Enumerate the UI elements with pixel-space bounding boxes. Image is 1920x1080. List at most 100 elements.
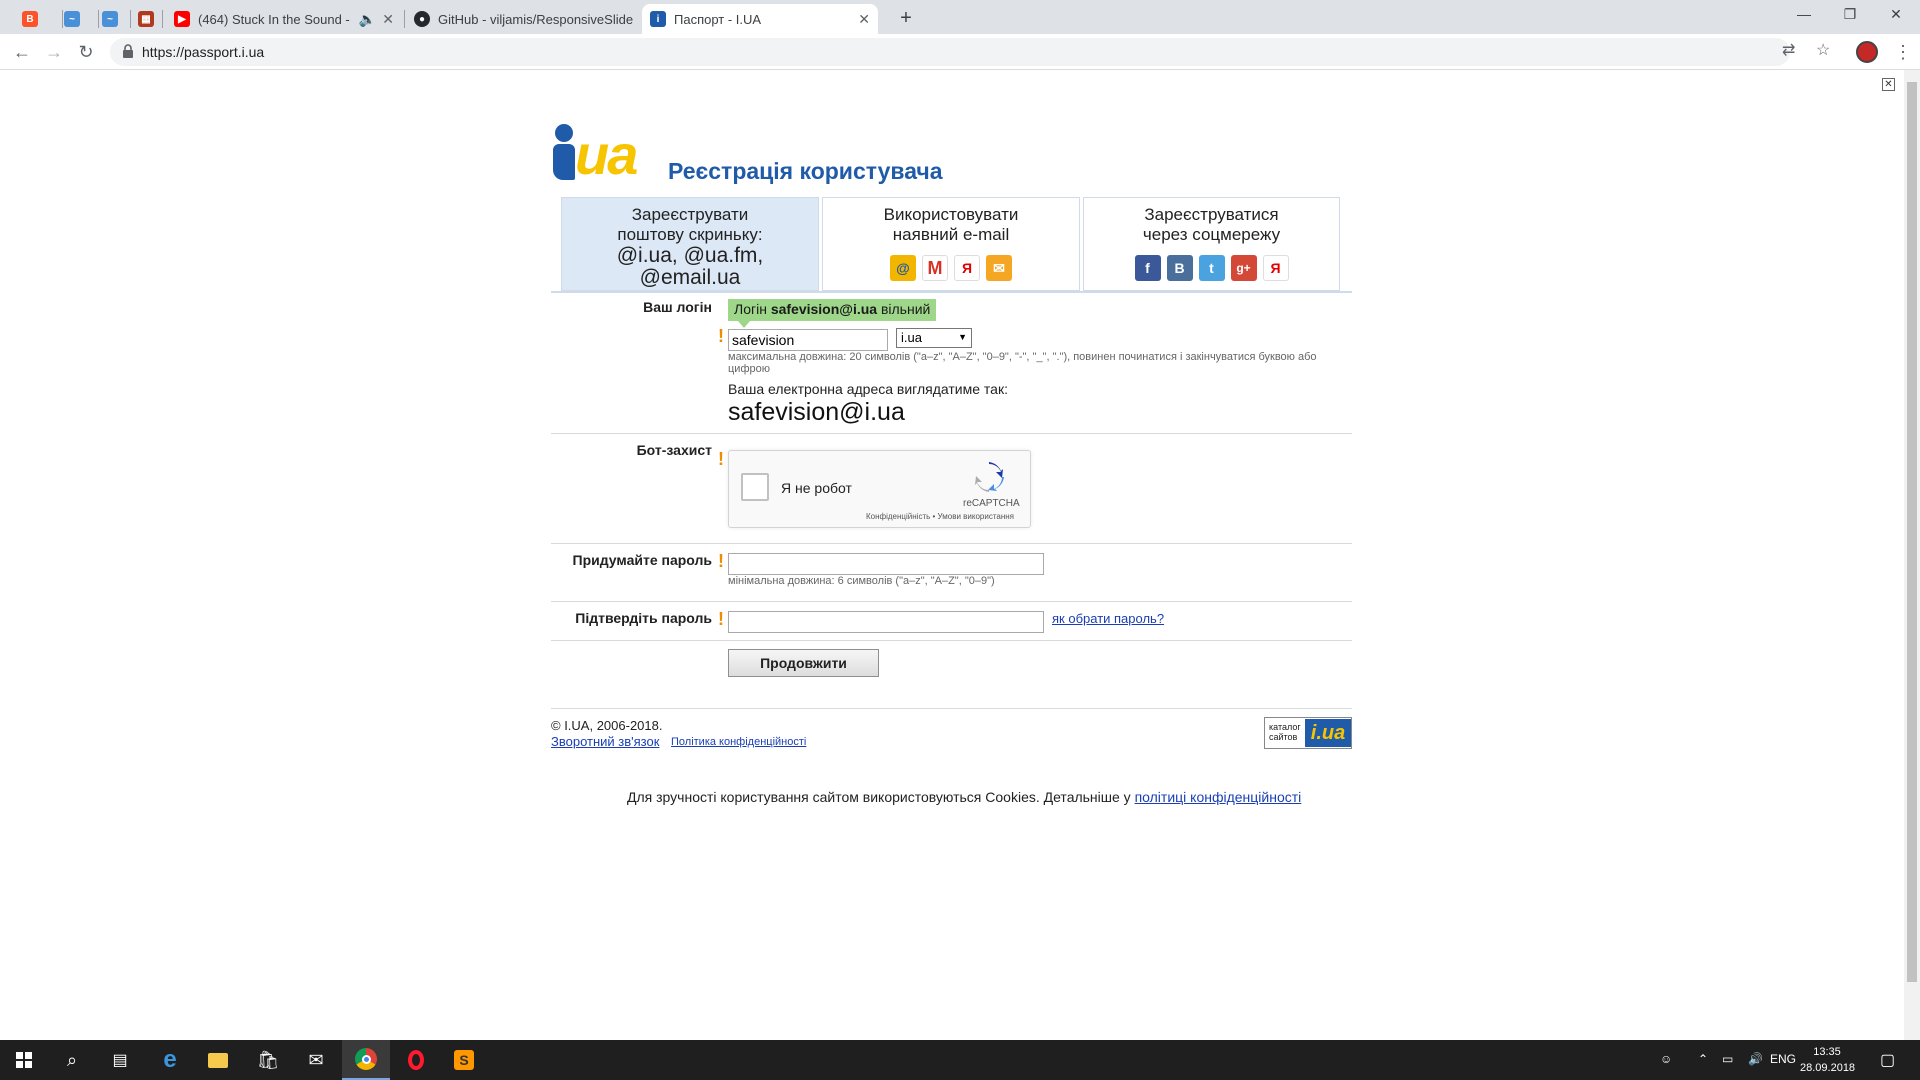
login-input[interactable]: safevision [728,329,888,351]
password-help-link[interactable]: як обрати пароль? [1052,611,1164,626]
tab-title: GitHub - viljamis/ResponsiveSlide [438,11,634,27]
iua-icon: i [650,11,666,27]
close-icon[interactable]: ✕ [858,11,870,28]
facebook-icon[interactable]: f [1134,255,1161,281]
page-title: Реєстрація користувача [668,158,943,184]
email-preview-label: Ваша електронна адреса виглядатиме так: [728,381,1008,397]
tab-github[interactable]: ● GitHub - viljamis/ResponsiveSlide [406,4,642,34]
required-mark: ! [718,551,724,571]
address-bar[interactable]: https://passport.i.ua [110,38,1790,66]
translate-icon[interactable]: ⇄ [1782,40,1795,60]
tab-passport[interactable]: i Паспорт - I.UA ✕ [642,4,878,34]
windows-start-icon[interactable] [0,1040,48,1080]
audio-icon[interactable]: 🔈 [359,11,376,28]
maximize-button[interactable]: ❐ [1827,0,1873,30]
cookies-privacy-link[interactable]: політиці конфіденційності [1135,789,1302,805]
cookies-notice: Для зручності користування сайтом викори… [627,789,1302,805]
dropdown-arrow-icon: ▼ [958,332,967,342]
logo-text: ua [575,123,638,186]
close-window-button[interactable]: ✕ [1873,0,1919,30]
chrome-icon[interactable] [342,1040,390,1080]
confirm-password-input[interactable] [728,611,1044,633]
minimize-button[interactable]: — [1781,0,1827,30]
required-mark: ! [718,326,724,346]
reload-button[interactable]: ↻ [74,40,98,64]
sublime-icon[interactable]: S [440,1040,488,1080]
browser-tab-bar: B ~ ~ ▦ ▶ (464) Stuck In the Sound - Le … [0,0,1920,34]
option-text: наявний e-mail [892,225,1010,244]
volume-icon[interactable]: 🔊 [1748,1052,1763,1066]
twitter-icon[interactable]: t [1198,255,1225,281]
recaptcha-logo-icon [975,462,1004,492]
github-icon: ● [414,11,430,27]
option-text: через соцмережу [1142,225,1281,244]
edge-icon[interactable]: e [146,1040,194,1080]
tab-pinned-4[interactable]: ▦ [130,4,170,34]
language-indicator[interactable]: ENG [1770,1052,1796,1066]
password-label: Придумайте пароль [572,552,712,568]
registration-options: Зареєструвати поштову скриньку: @i.ua, @… [561,197,1340,291]
windows-taskbar: ⌕ ▤ e 🛍 ✉ S ☺ ⌃ ▭ 🔊 ENG 13:35 28.09.2018… [0,1040,1920,1080]
feedback-link[interactable]: Зворотний зв'язок [551,734,659,749]
page-scrollbar[interactable] [1904,70,1920,1040]
people-icon[interactable]: ☺ [1660,1052,1672,1066]
file-explorer-icon[interactable] [194,1040,242,1080]
yandex-icon[interactable]: Я [954,255,980,281]
recaptcha-widget: Я не робот reCAPTCHA Конфіденційність • … [728,450,1031,528]
divider [551,433,1352,434]
option-text: поштову скриньку: [617,225,763,244]
tab-title: Паспорт - I.UA [674,11,762,27]
login-label: Ваш логін [643,299,712,315]
close-icon[interactable]: ✕ [1882,78,1895,91]
envelope-icon[interactable]: ✉ [986,255,1012,281]
chart-icon: ~ [102,11,118,27]
catalog-logo: i.ua [1305,719,1351,747]
options-divider [551,291,1352,293]
yandex-icon[interactable]: Я [1262,255,1289,281]
option-register-mailbox[interactable]: Зареєструвати поштову скриньку: @i.ua, @… [561,197,819,291]
tab-brave[interactable]: B [14,4,54,34]
privacy-link[interactable]: Політика конфіденційності [671,736,806,748]
divider [551,601,1352,602]
login-hint: цифрою [728,363,770,375]
opera-icon[interactable] [392,1040,440,1080]
notifications-icon[interactable]: ▢ [1880,1050,1895,1070]
option-social-network[interactable]: Зареєструватися через соцмережу f B t g+… [1083,197,1340,291]
password-input[interactable] [728,553,1044,575]
search-icon[interactable]: ⌕ [48,1040,96,1080]
profile-avatar[interactable] [1856,41,1878,63]
gmail-icon[interactable]: M [922,255,948,281]
system-clock[interactable]: 13:35 28.09.2018 [1800,1044,1855,1076]
login-available-badge: Логін safevision@i.ua вільний [728,299,937,328]
iua-logo[interactable]: ua [551,122,651,186]
close-icon[interactable]: ✕ [382,11,394,28]
login-hint: максимальна довжина: 20 символів ("a–z",… [728,351,1317,363]
tab-pinned-2[interactable]: ~ [56,4,96,34]
network-icon[interactable]: ▭ [1722,1052,1733,1066]
new-tab-button[interactable]: + [892,4,920,32]
mail-icon[interactable]: ✉ [292,1040,340,1080]
lock-icon [123,44,133,58]
googleplus-icon[interactable]: g+ [1230,255,1257,281]
domain-select[interactable]: i.ua ▼ [896,328,972,348]
menu-kebab-icon[interactable]: ⋮ [1894,42,1912,63]
bookmark-star-icon[interactable]: ☆ [1816,40,1830,60]
tab-pinned-3[interactable]: ~ [94,4,134,34]
option-text: Використовувати [883,205,1019,224]
forward-button[interactable]: → [42,40,66,64]
recaptcha-checkbox[interactable] [741,473,769,501]
store-icon[interactable]: 🛍 [244,1040,292,1080]
option-existing-email[interactable]: Використовувати наявний e-mail @ M Я ✉ [822,197,1080,291]
continue-button[interactable]: Продовжити [728,649,879,677]
recaptcha-links[interactable]: Конфіденційність • Умови використання [866,512,1014,521]
required-mark: ! [718,449,724,469]
back-button[interactable]: ← [10,40,34,64]
task-view-icon[interactable]: ▤ [96,1040,144,1080]
vk-icon[interactable]: B [1166,255,1193,281]
tab-youtube[interactable]: ▶ (464) Stuck In the Sound - Le 🔈 ✕ [166,4,402,34]
bot-label: Бот-захист [636,442,712,458]
catalog-badge[interactable]: каталог сайтов i.ua [1264,717,1352,749]
option-text: Зареєструватися [1144,205,1279,224]
at-icon[interactable]: @ [890,255,916,281]
chevron-up-icon[interactable]: ⌃ [1698,1052,1708,1066]
